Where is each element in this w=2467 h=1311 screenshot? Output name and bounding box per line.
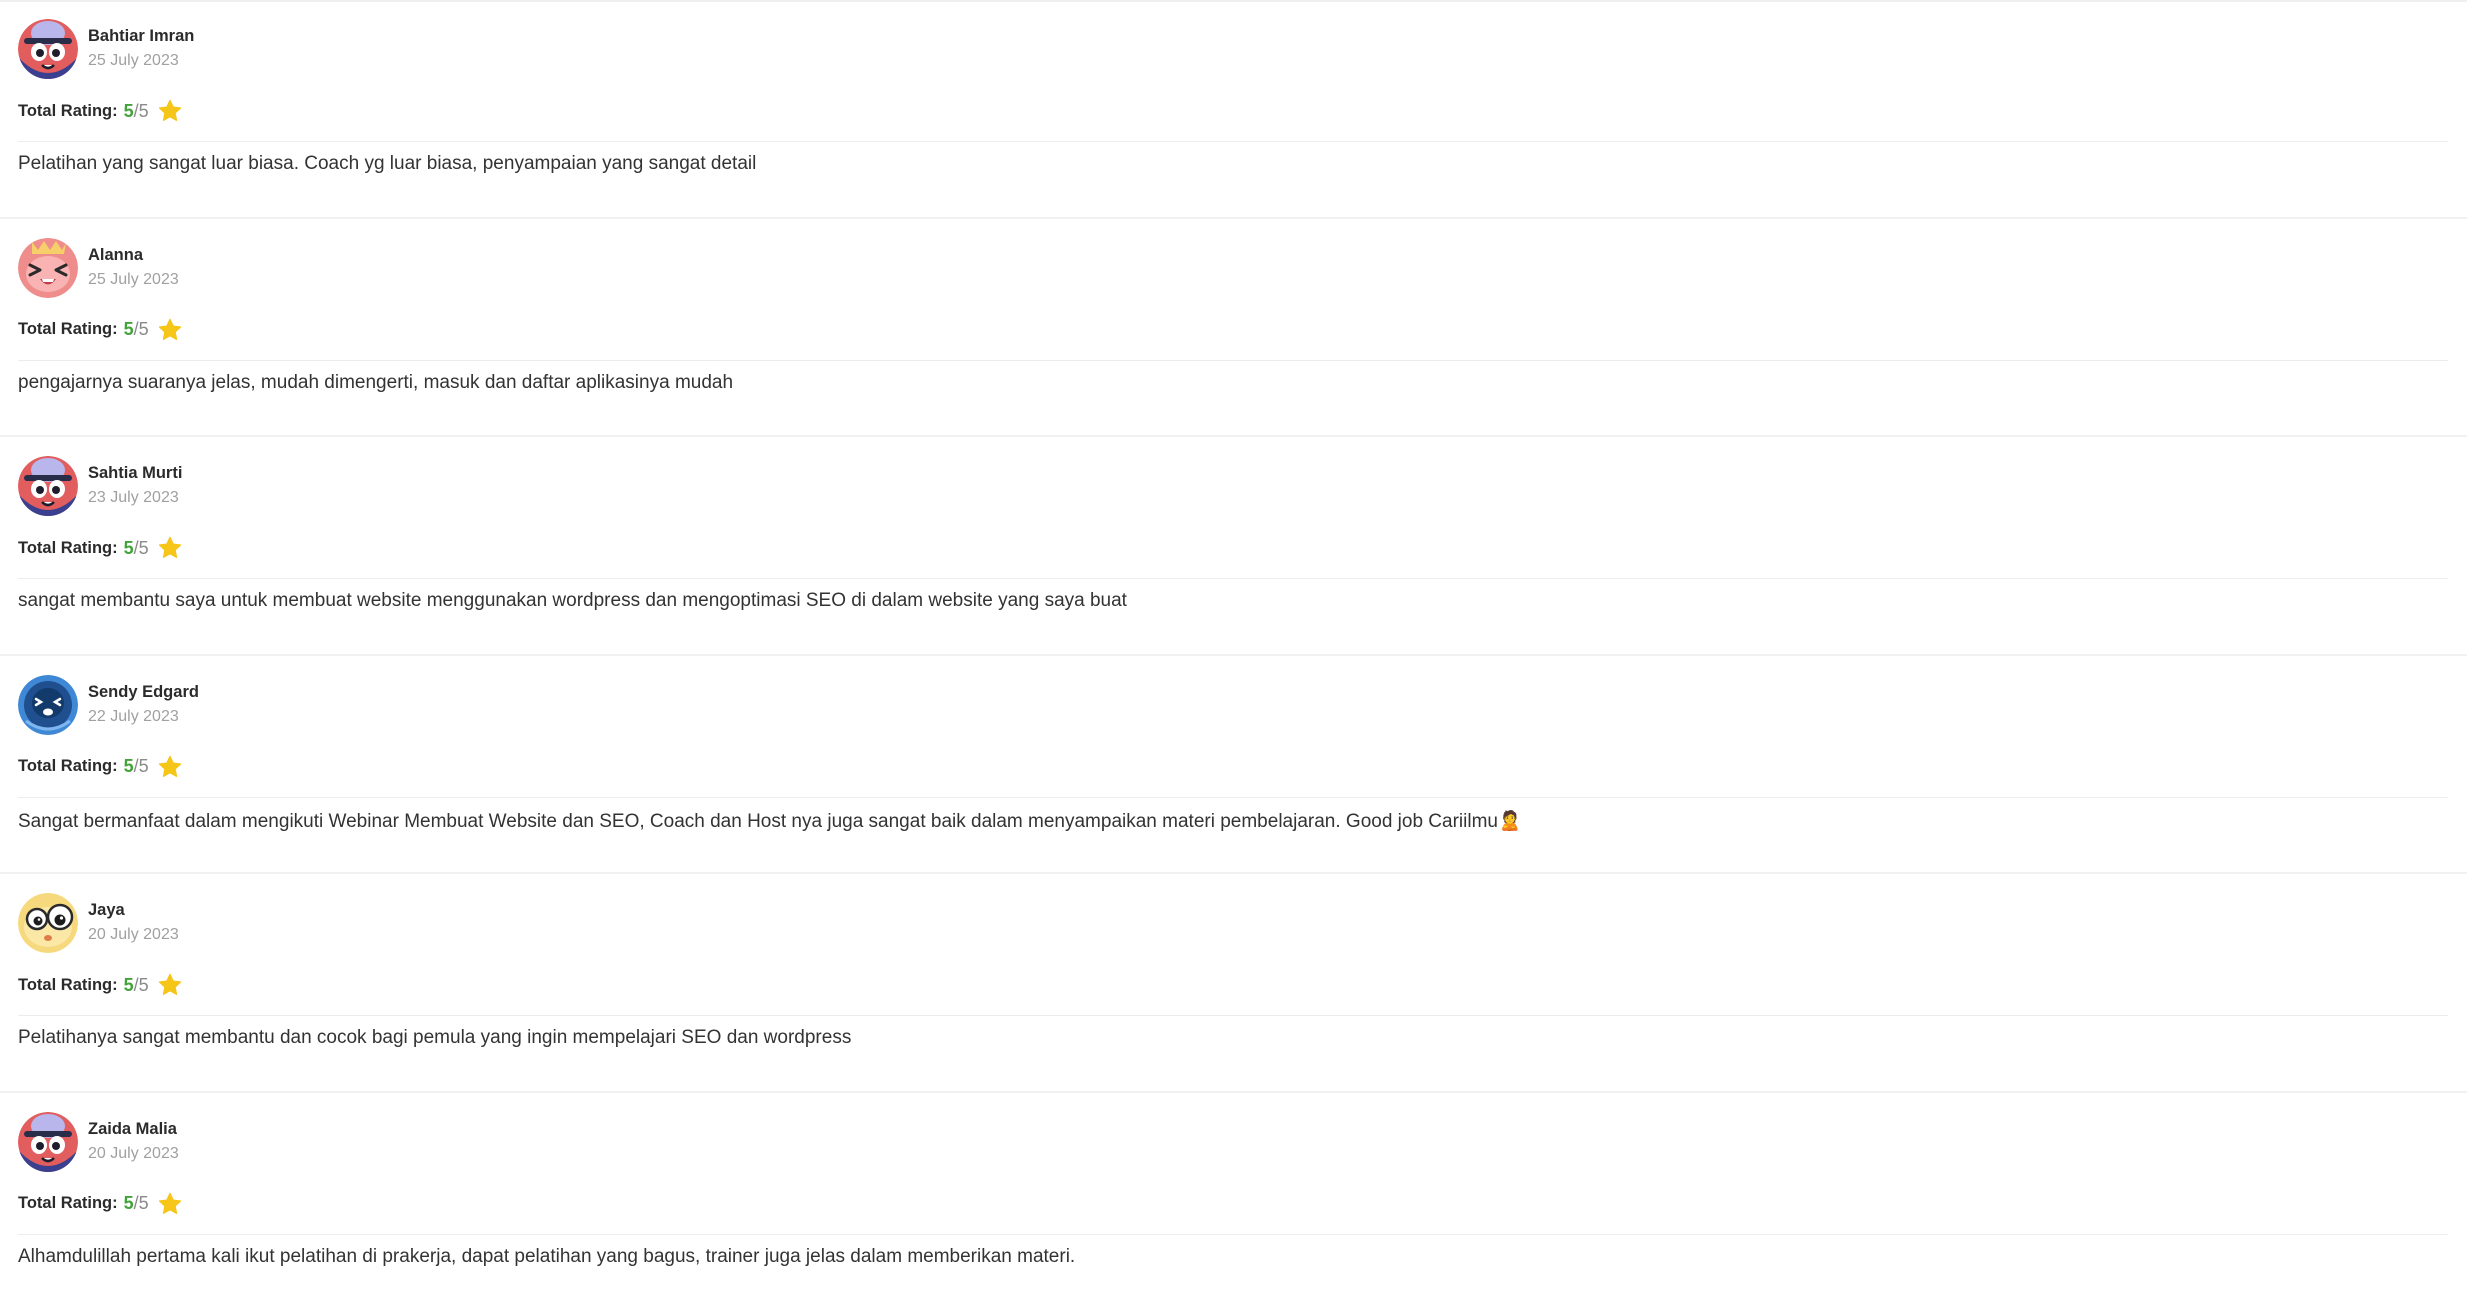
rating-row: Total Rating: 5 / 5 [18,535,183,561]
avatar [18,238,78,298]
review-date: 20 July 2023 [88,1145,179,1163]
review-text: Alhamdulillah pertama kali ikut pelatiha… [18,1246,1075,1268]
rating-label: Total Rating: [18,539,118,558]
rating-row: Total Rating: 5 / 5 [18,972,183,998]
review-date: 22 July 2023 [88,708,179,726]
rating-value: 5 [124,319,134,340]
review-item: Sahtia Murti 23 July 2023 Total Rating: … [0,437,2467,656]
avatar [18,893,78,953]
review-text: Pelatihan yang sangat luar biasa. Coach … [18,153,756,175]
purple-cap-creature-avatar-icon [18,456,78,516]
rating-label: Total Rating: [18,320,118,339]
rating-value: 5 [124,101,134,122]
rating-row: Total Rating: 5 / 5 [18,754,183,780]
divider [18,141,2448,142]
purple-cap-creature-avatar-icon [18,19,78,79]
rating-value: 5 [124,538,134,559]
rating-row: Total Rating: 5 / 5 [18,317,183,343]
reviewer-name: Zaida Malia [88,1120,177,1139]
divider [18,1015,2448,1016]
avatar [18,675,78,735]
review-list: Bahtiar Imran 25 July 2023 Total Rating:… [0,0,2467,1311]
review-date: 25 July 2023 [88,52,179,70]
divider [18,578,2448,579]
reviewer-name: Jaya [88,901,125,920]
person-emoji: 🙎 [1498,811,1522,832]
rating-label: Total Rating: [18,1194,118,1213]
divider [18,797,2448,798]
review-date: 23 July 2023 [88,489,179,507]
reviewer-name: Sendy Edgard [88,683,199,702]
review-text: Pelatihanya sangat membantu dan cocok ba… [18,1027,851,1049]
review-date: 25 July 2023 [88,271,179,289]
review-item: Jaya 20 July 2023 Total Rating: 5 / 5 Pe… [0,874,2467,1093]
pink-laughing-avatar-icon [18,238,78,298]
star-icon [157,535,183,561]
yellow-big-eyes-avatar-icon [18,893,78,953]
star-icon [157,972,183,998]
star-icon [157,1191,183,1217]
rating-label: Total Rating: [18,102,118,121]
divider [18,1234,2448,1235]
review-date: 20 July 2023 [88,926,179,944]
avatar [18,456,78,516]
review-item: Bahtiar Imran 25 July 2023 Total Rating:… [0,0,2467,219]
rating-max: 5 [139,756,149,777]
rating-label: Total Rating: [18,757,118,776]
avatar [18,19,78,79]
rating-max: 5 [139,538,149,559]
review-item: Sendy Edgard 22 July 2023 Total Rating: … [0,656,2467,875]
rating-max: 5 [139,1193,149,1214]
rating-max: 5 [139,975,149,996]
reviewer-name: Bahtiar Imran [88,27,194,46]
reviewer-name: Alanna [88,246,143,265]
rating-row: Total Rating: 5 / 5 [18,98,183,124]
rating-value: 5 [124,975,134,996]
avatar [18,1112,78,1172]
rating-value: 5 [124,1193,134,1214]
purple-cap-creature-avatar-icon [18,1112,78,1172]
review-text: Sangat bermanfaat dalam mengikuti Webina… [18,809,1522,833]
review-item: Zaida Malia 20 July 2023 Total Rating: 5… [0,1093,2467,1311]
reviewer-name: Sahtia Murti [88,464,182,483]
divider [18,360,2448,361]
star-icon [157,98,183,124]
rating-label: Total Rating: [18,976,118,995]
review-text: pengajarnya suaranya jelas, mudah dimeng… [18,372,733,394]
blue-orb-avatar-icon [18,675,78,735]
star-icon [157,754,183,780]
rating-value: 5 [124,756,134,777]
rating-max: 5 [139,319,149,340]
rating-row: Total Rating: 5 / 5 [18,1191,183,1217]
rating-max: 5 [139,101,149,122]
review-text-body: Sangat bermanfaat dalam mengikuti Webina… [18,811,1498,832]
review-item: Alanna 25 July 2023 Total Rating: 5 / 5 … [0,219,2467,438]
review-text: sangat membantu saya untuk membuat websi… [18,590,1127,612]
star-icon [157,317,183,343]
